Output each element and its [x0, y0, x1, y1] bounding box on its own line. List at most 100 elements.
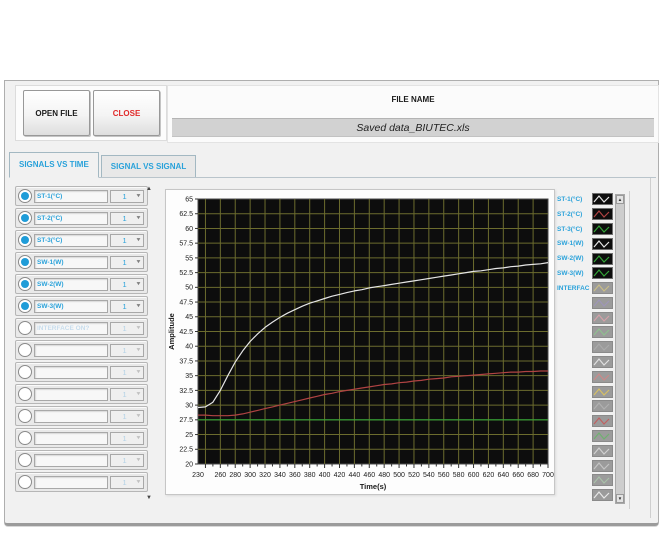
channel-dropdown[interactable]: 1 ▼ — [110, 211, 144, 225]
legend-plot-swatch-icon[interactable] — [592, 474, 613, 487]
svg-text:640: 640 — [497, 472, 509, 479]
legend-plot-swatch-icon[interactable] — [592, 326, 613, 339]
channel-dropdown[interactable]: 1 ▼ — [110, 299, 144, 313]
legend-plot-swatch-icon[interactable] — [592, 444, 613, 457]
svg-text:660: 660 — [512, 472, 524, 479]
channel-dropdown[interactable]: 1 ▼ — [110, 233, 144, 247]
legend-plot-swatch-icon[interactable] — [592, 296, 613, 309]
signal-list-scroll-up-icon[interactable]: ▲ — [146, 186, 152, 192]
channel-value: 1 — [122, 389, 127, 399]
legend-row-st-2-c-: ST-2(°C) — [557, 208, 617, 221]
svg-text:500: 500 — [393, 472, 405, 479]
channel-dropdown[interactable]: 1 ▼ — [110, 431, 144, 445]
svg-text:400: 400 — [319, 472, 331, 479]
legend-plot-swatch-icon[interactable] — [592, 429, 613, 442]
legend-row-empty-11 — [557, 356, 617, 369]
channel-dropdown[interactable]: 1 ▼ — [110, 321, 144, 335]
signal-enable-radio[interactable] — [18, 453, 32, 467]
signal-enable-radio[interactable] — [18, 321, 32, 335]
channel-dropdown[interactable]: 1 ▼ — [110, 475, 144, 489]
legend-plot-swatch-icon[interactable] — [592, 356, 613, 369]
legend-plot-swatch-icon[interactable] — [592, 459, 613, 472]
channel-value: 1 — [122, 477, 127, 487]
legend-plot-swatch-icon[interactable] — [592, 400, 613, 413]
signal-list-scroll-down-icon[interactable]: ▼ — [146, 495, 152, 501]
signal-enable-radio[interactable] — [18, 343, 32, 357]
legend-plot-swatch-icon[interactable] — [592, 252, 613, 265]
legend-plot-swatch-icon[interactable] — [592, 223, 613, 235]
file-name-value[interactable]: Saved data_BIUTEC.xls — [172, 118, 654, 137]
content-right-border — [650, 178, 651, 518]
channel-dropdown[interactable]: 1 ▼ — [110, 277, 144, 291]
tab-signals-vs-time[interactable]: SIGNALS VS TIME — [9, 152, 99, 178]
signal-enable-radio[interactable] — [18, 387, 32, 401]
legend-row-st-1-c-: ST-1(°C) — [557, 193, 617, 206]
signal-enable-radio[interactable] — [18, 189, 32, 203]
legend-scrollbar[interactable]: ▲ ▼ — [615, 194, 625, 504]
signal-enable-radio[interactable] — [18, 233, 32, 247]
channel-dropdown[interactable]: 1 ▼ — [110, 387, 144, 401]
chevron-down-icon: ▼ — [135, 457, 142, 463]
svg-text:230: 230 — [192, 472, 204, 479]
main-window: OPEN FILE CLOSE FILE NAME Saved data_BIU… — [4, 80, 659, 526]
signal-label: SW-3(W) — [34, 299, 108, 313]
legend-row-st-3-c-: ST-3(°C) — [557, 223, 617, 236]
open-file-button[interactable]: OPEN FILE — [23, 90, 90, 136]
svg-text:700: 700 — [542, 472, 554, 479]
channel-value: 1 — [122, 235, 127, 245]
chevron-down-icon: ▼ — [135, 413, 142, 419]
legend-plot-swatch-icon[interactable] — [592, 341, 613, 354]
legend-plot-swatch-icon[interactable] — [592, 282, 613, 295]
signal-label — [34, 409, 108, 423]
channel-dropdown[interactable]: 1 ▼ — [110, 453, 144, 467]
svg-text:580: 580 — [453, 472, 465, 479]
legend-plot-swatch-icon[interactable] — [592, 489, 613, 502]
channel-dropdown[interactable]: 1 ▼ — [110, 343, 144, 357]
signal-enable-radio[interactable] — [18, 431, 32, 445]
legend-row-empty-7 — [557, 296, 617, 309]
svg-text:60: 60 — [185, 226, 193, 233]
signal-enable-radio[interactable] — [18, 211, 32, 225]
legend-scroll-down-icon[interactable]: ▼ — [616, 494, 624, 503]
signal-enable-radio[interactable] — [18, 255, 32, 269]
chart-plot-area[interactable]: 20 22.5 25 27.5 30 32.5 35 37.5 40 42.5 45 47.5 50 52… — [166, 190, 554, 494]
signal-row-st-1-c-: ST-1(°C) 1 ▼ — [15, 186, 148, 206]
channel-dropdown[interactable]: 1 ▼ — [110, 409, 144, 423]
legend-plot-swatch-icon[interactable] — [592, 208, 613, 221]
legend-plot-swatch-icon[interactable] — [592, 370, 613, 383]
svg-text:32.5: 32.5 — [179, 388, 193, 395]
legend-row-empty-17 — [557, 444, 617, 457]
channel-dropdown[interactable]: 1 ▼ — [110, 255, 144, 269]
signal-enable-radio[interactable] — [18, 299, 32, 313]
signal-enable-radio[interactable] — [18, 409, 32, 423]
signal-enable-radio[interactable] — [18, 277, 32, 291]
channel-value: 1 — [122, 411, 127, 421]
legend-plot-swatch-icon[interactable] — [592, 385, 613, 398]
legend-scroll-up-icon[interactable]: ▲ — [616, 195, 624, 204]
legend-plot-swatch-icon[interactable] — [592, 311, 613, 324]
tab-signal-vs-signal[interactable]: SIGNAL VS SIGNAL — [100, 155, 197, 177]
svg-text:47.5: 47.5 — [179, 299, 193, 306]
channel-value: 1 — [122, 213, 127, 223]
close-button[interactable]: CLOSE — [93, 90, 160, 136]
legend-plot-swatch-icon[interactable] — [592, 267, 613, 280]
channel-value: 1 — [122, 455, 127, 465]
channel-value: 1 — [122, 301, 127, 311]
channel-dropdown[interactable]: 1 ▼ — [110, 189, 144, 203]
svg-text:440: 440 — [349, 472, 361, 479]
legend-label: INTERFAC — [557, 284, 590, 292]
svg-text:40: 40 — [185, 344, 193, 351]
signal-enable-radio[interactable] — [18, 365, 32, 379]
svg-text:460: 460 — [363, 472, 375, 479]
legend-plot-swatch-icon[interactable] — [592, 415, 613, 428]
legend-label: SW-1(W) — [557, 240, 584, 248]
legend-plot-swatch-icon[interactable] — [592, 237, 613, 250]
signal-enable-radio[interactable] — [18, 475, 32, 489]
svg-text:520: 520 — [408, 472, 420, 479]
channel-dropdown[interactable]: 1 ▼ — [110, 365, 144, 379]
svg-text:62.5: 62.5 — [179, 211, 193, 218]
signal-row-sw-1-w-: SW-1(W) 1 ▼ — [15, 252, 148, 272]
legend-plot-swatch-icon[interactable] — [592, 193, 613, 206]
signal-label — [34, 453, 108, 467]
legend-row-sw-2-w-: SW-2(W) — [557, 252, 617, 265]
